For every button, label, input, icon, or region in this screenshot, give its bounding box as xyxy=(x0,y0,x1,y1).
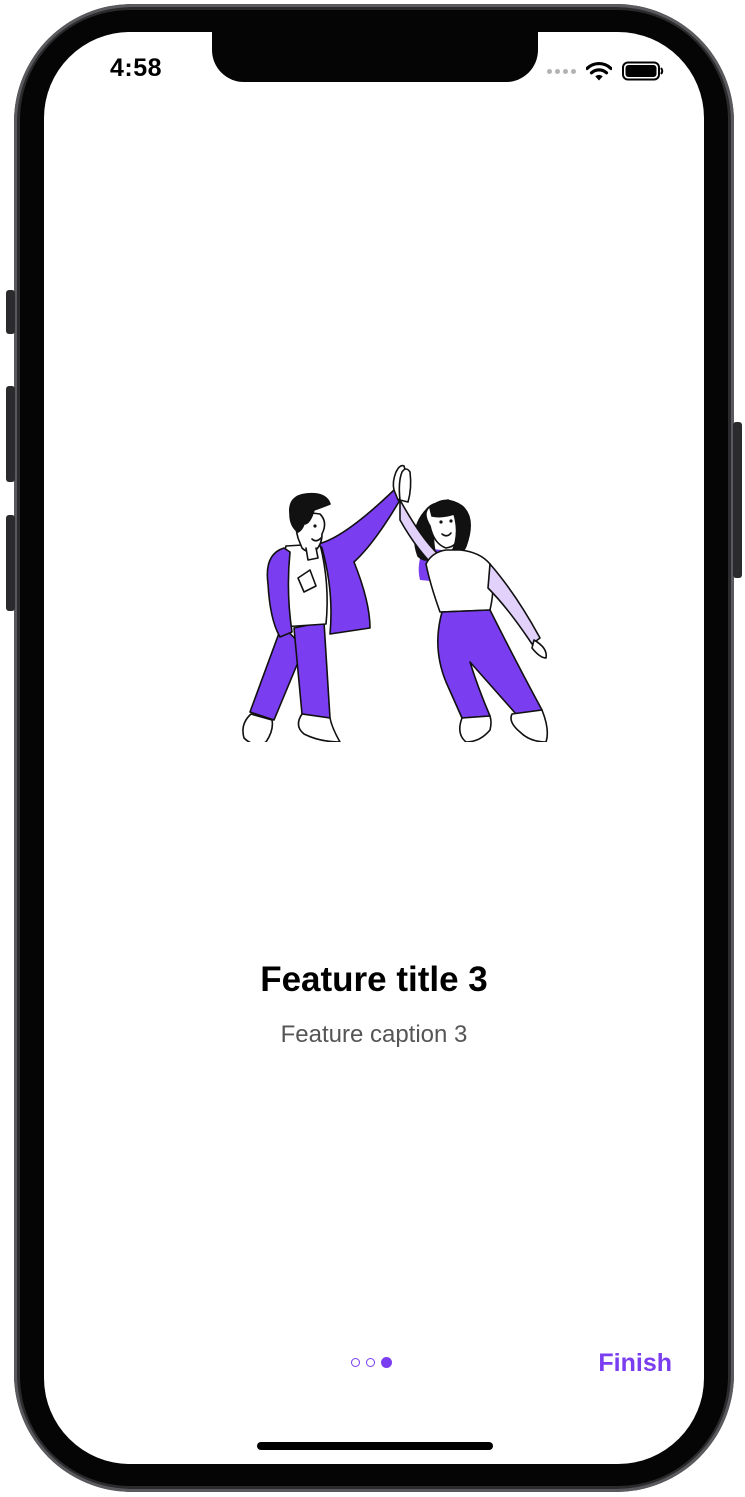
app-screen: 4:58 Feature title 3 Feature caption 3 F… xyxy=(44,32,704,1464)
page-dot-3-active[interactable] xyxy=(381,1357,392,1368)
page-indicator[interactable] xyxy=(351,1357,392,1368)
wifi-icon xyxy=(586,61,612,81)
page-dot-2[interactable] xyxy=(366,1358,375,1367)
feature-caption: Feature caption 3 xyxy=(280,1021,468,1048)
mute-switch xyxy=(6,290,15,334)
volume-up-button xyxy=(6,386,15,482)
notch xyxy=(212,32,538,82)
phone-device: 4:58 Feature title 3 Feature caption 3 F… xyxy=(0,0,745,1497)
battery-icon xyxy=(622,61,664,81)
status-time: 4:58 xyxy=(110,54,163,82)
page-dot-1[interactable] xyxy=(351,1358,360,1367)
status-icons xyxy=(547,59,664,83)
volume-down-button xyxy=(6,515,15,611)
finish-button[interactable]: Finish xyxy=(598,1349,672,1378)
cellular-signal-icon xyxy=(547,68,576,74)
high-five-illustration xyxy=(242,464,549,742)
home-indicator[interactable] xyxy=(257,1442,493,1450)
feature-title: Feature title 3 xyxy=(260,960,488,999)
power-button xyxy=(733,422,742,578)
